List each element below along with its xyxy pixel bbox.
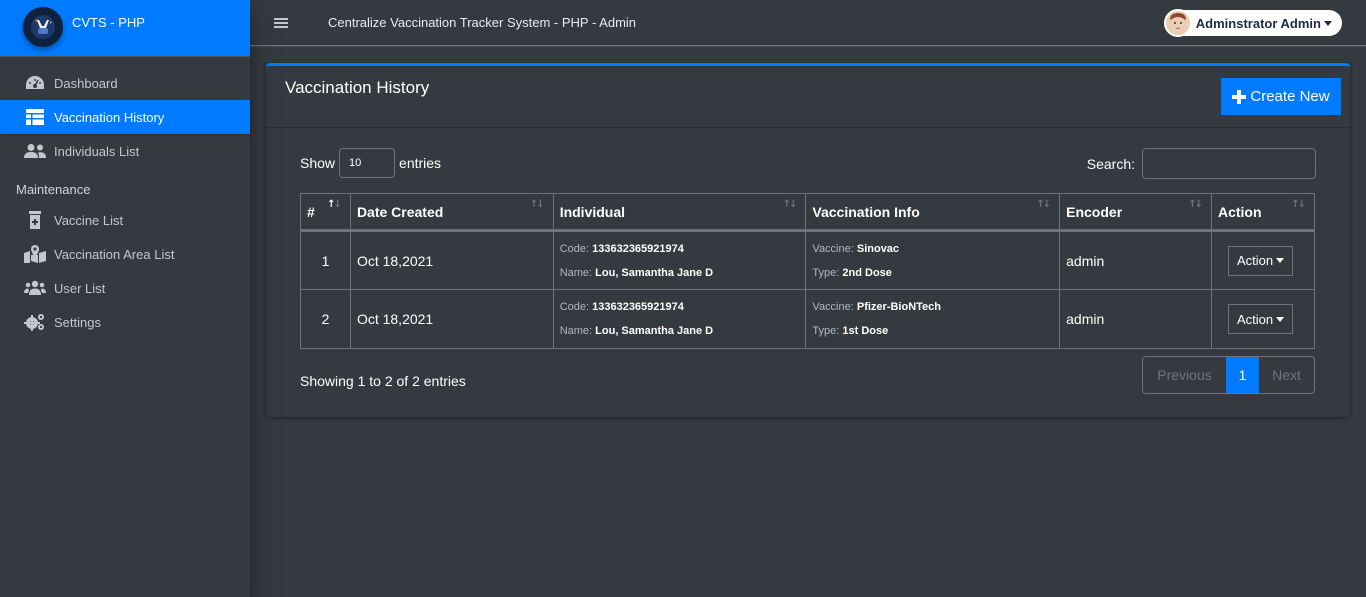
show-label: Show [300,155,336,171]
top-navbar: Centralize Vaccination Tracker System - … [250,0,1366,46]
create-new-button[interactable]: Create New [1221,78,1341,115]
tachometer-icon [24,74,46,92]
cogs-icon [24,313,46,331]
sidebar-item-vaccination-area-list[interactable]: Vaccination Area List [0,237,250,271]
sort-icon: ↑↓ [1188,199,1203,210]
column-header-vaccination-info[interactable]: Vaccination Info ↑↓ [805,193,1061,232]
table-info: Showing 1 to 2 of 2 entries [300,373,466,389]
user-friends-icon [24,142,46,160]
page-1-button[interactable]: 1 [1226,357,1259,393]
vaccine-name: Pfizer-BioNTech [856,301,941,313]
column-header-number[interactable]: # ↑↓ [300,193,351,232]
column-header-individual[interactable]: Individual ↑↓ [552,193,807,232]
vaccination-history-table: # ↑↓ Date Created ↑↓ Individual ↑↓ Vaccinat… [300,193,1316,349]
dose-type: 1st Dose [842,325,889,337]
sidebar: CVTS - PHP Dashboard Vaccination History… [0,0,250,597]
table-row: 1 Oct 18,2021 Code: 133632365921974 Name… [300,230,1316,290]
individual-cell: Code: 133632365921974 Name: Lou, Samanth… [552,289,807,349]
brand-logo-icon [23,7,63,47]
individual-code: 133632365921974 [592,301,684,313]
sidebar-item-label: Individuals List [54,143,140,159]
individual-cell: Code: 133632365921974 Name: Lou, Samanth… [552,230,807,290]
dose-type: 2nd Dose [842,266,892,279]
individual-name: Lou, Samantha Jane D [595,266,714,279]
sort-icon: ↑↓ [327,199,342,210]
sidebar-item-settings[interactable]: Settings [0,305,250,339]
entries-label: entries [399,155,442,171]
avatar [1163,9,1192,37]
main-content: Vaccination History Create New Show 10 e… [250,47,1366,597]
sidebar-section-maintenance: Maintenance [16,182,91,197]
column-header-date-created[interactable]: Date Created ↑↓ [349,193,554,232]
sidebar-item-label: Vaccination Area List [54,246,175,262]
sidebar-item-label: Dashboard [54,75,118,91]
create-new-label: Create New [1250,88,1330,105]
vaccination-info-cell: Vaccine: Sinovac Type: 2nd Dose [805,230,1061,290]
sidebar-item-label: User List [54,280,106,296]
brand-link[interactable]: CVTS - PHP [0,0,250,57]
chevron-down-icon [1324,20,1332,26]
page-length-select[interactable]: 10 [339,148,396,178]
prescription-bottle-icon [24,211,46,229]
sort-icon: ↑↓ [1036,199,1051,210]
vaccine-name: Sinovac [856,242,900,255]
sort-icon: ↑↓ [782,199,798,210]
vaccination-history-card: Vaccination History Create New Show 10 e… [266,63,1350,417]
caret-down-icon [1276,258,1285,263]
action-dropdown-button[interactable]: Action [1227,245,1294,276]
plus-icon [1232,89,1247,104]
sidebar-item-vaccination-history[interactable]: Vaccination History [0,100,250,134]
encoder: admin [1059,230,1212,290]
individual-code: 133632365921974 [592,242,684,255]
row-number: 2 [300,289,351,349]
users-icon [24,279,46,297]
page-title: Vaccination History [285,78,430,97]
search-input[interactable] [1142,148,1316,179]
search-label: Search: [1086,155,1135,172]
date-created: Oct 18,2021 [349,230,554,290]
sidebar-item-dashboard[interactable]: Dashboard [0,66,250,100]
user-name: Adminstrator Admin [1195,15,1321,31]
sidebar-item-label: Vaccine List [54,212,124,228]
sidebar-item-user-list[interactable]: User List [0,271,250,305]
system-title: Centralize Vaccination Tracker System - … [328,15,637,30]
menu-toggle-icon[interactable] [274,17,288,28]
search-control: Search: [1087,148,1316,179]
vaccination-info-cell: Vaccine: Pfizer-BioNTech Type: 1st Dose [805,289,1061,349]
sort-icon: ↑↓ [529,199,545,210]
table-icon [24,108,46,126]
column-header-action[interactable]: Action ↑↓ [1210,193,1316,232]
previous-page-button[interactable]: Previous [1143,357,1226,393]
caret-down-icon [1276,316,1285,322]
column-header-encoder[interactable]: Encoder ↑↓ [1059,193,1212,232]
brand-name: CVTS - PHP [72,15,145,30]
map-marked-icon [24,245,46,263]
sidebar-item-label: Settings [54,314,101,330]
next-page-button[interactable]: Next [1259,357,1314,393]
sort-icon: ↑↓ [1291,199,1306,210]
individual-name: Lou, Samantha Jane D [595,325,714,337]
sidebar-item-label: Vaccination History [54,109,165,125]
sidebar-item-individuals-list[interactable]: Individuals List [0,134,250,168]
pagination: Previous 1 Next [1142,356,1315,394]
user-menu-button[interactable]: Adminstrator Admin [1163,9,1342,37]
encoder: admin [1059,289,1212,349]
date-created: Oct 18,2021 [349,289,554,349]
page-length-control: Show 10 entries [300,148,441,178]
table-row: 2 Oct 18,2021 Code: 133632365921974 Name… [300,289,1316,349]
row-number: 1 [300,230,351,290]
sidebar-item-vaccine-list[interactable]: Vaccine List [0,203,250,237]
action-dropdown-button[interactable]: Action [1227,304,1294,334]
